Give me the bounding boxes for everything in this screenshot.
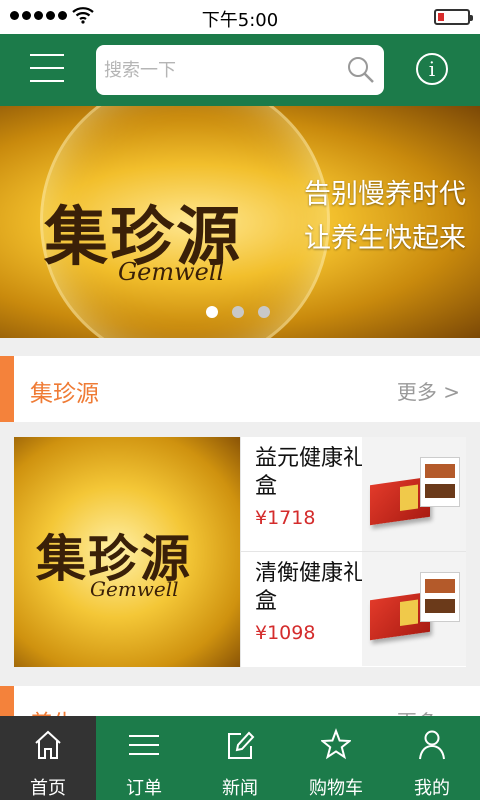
product-card[interactable]: 清衡健康礼盒 ¥1098 — [240, 552, 466, 667]
status-time: 下午5:00 — [201, 10, 279, 31]
tab-profile[interactable]: 我的 — [384, 716, 480, 800]
search-icon[interactable] — [346, 55, 376, 85]
product-price: ¥1718 — [255, 507, 316, 529]
carousel-dot[interactable] — [258, 306, 270, 318]
search-box[interactable] — [96, 45, 384, 95]
section-title: 集珍源 — [30, 381, 99, 407]
product-thumbnail — [362, 552, 466, 666]
tab-label: 订单 — [126, 778, 162, 799]
product-name: 益元健康礼盒 — [255, 446, 366, 499]
tab-label: 购物车 — [309, 778, 363, 799]
info-icon[interactable]: i — [416, 53, 448, 85]
tab-news[interactable]: 新闻 — [192, 716, 288, 800]
banner-slogan-line2: 让养生快起来 — [304, 223, 466, 254]
section-accent-bar — [0, 356, 14, 422]
app-header: i — [0, 34, 480, 106]
bottom-tab-bar: 首页 订单 新闻 购物车 我的 — [0, 716, 480, 800]
section-header-gemwell: 集珍源 更多 > — [0, 356, 480, 422]
banner-slogan-line1: 告别慢养时代 — [304, 179, 466, 210]
carousel-indicator — [206, 306, 270, 318]
product-price: ¥1098 — [255, 622, 316, 644]
product-name: 清衡健康礼盒 — [255, 561, 366, 614]
carousel-dot[interactable] — [232, 306, 244, 318]
section-accent-bar — [0, 686, 14, 720]
home-icon — [35, 730, 61, 759]
battery-icon — [434, 9, 473, 25]
carousel-dot[interactable] — [206, 306, 218, 318]
tab-label: 新闻 — [222, 778, 258, 799]
status-bar: 下午5:00 — [0, 0, 480, 34]
tab-orders[interactable]: 订单 — [96, 716, 192, 800]
banner-brand-english: Gemwell — [118, 258, 225, 286]
product-grid: 集珍源 Gemwell 益元健康礼盒 ¥1718 清衡健康礼盒 ¥1098 — [14, 437, 466, 667]
tab-cart[interactable]: 购物车 — [288, 716, 384, 800]
product-thumbnail — [362, 437, 466, 551]
promo-banner[interactable]: 集珍源 Gemwell 告别慢养时代 让养生快起来 — [0, 106, 480, 338]
menu-button[interactable] — [30, 54, 64, 86]
star-icon — [321, 728, 351, 760]
tab-label: 首页 — [30, 778, 66, 799]
promo-brand-english: Gemwell — [90, 577, 179, 601]
tab-label: 我的 — [414, 778, 450, 799]
brand-promo-tile[interactable]: 集珍源 Gemwell — [14, 437, 240, 667]
more-link[interactable]: 更多 > — [397, 376, 460, 405]
list-icon — [129, 735, 159, 755]
user-icon — [419, 730, 445, 760]
tab-home[interactable]: 首页 — [0, 716, 96, 800]
search-input[interactable] — [104, 59, 334, 81]
product-card[interactable]: 益元健康礼盒 ¥1718 — [240, 437, 466, 552]
edit-icon — [228, 731, 255, 759]
section-header-health: 养生 更多 > — [0, 686, 480, 720]
